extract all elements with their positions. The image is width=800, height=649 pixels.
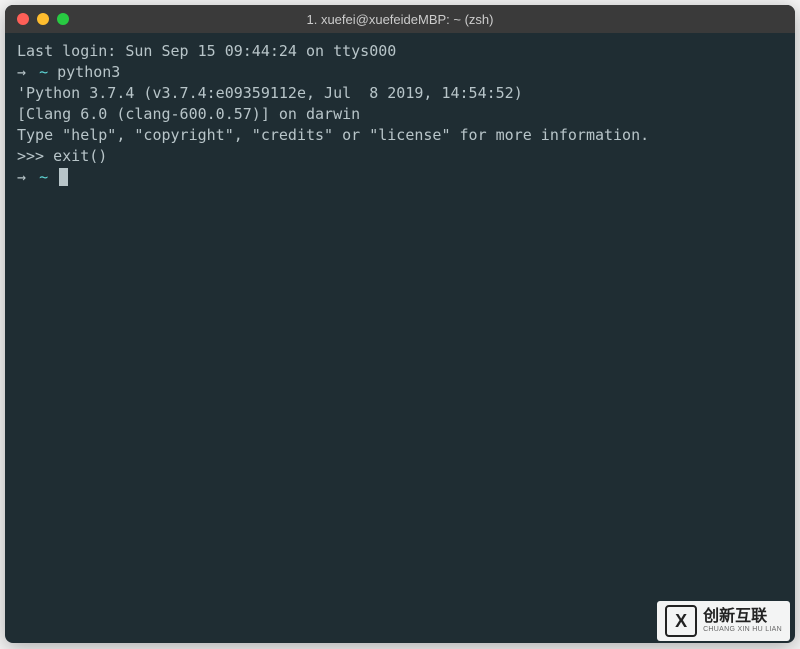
terminal-window: 1. xuefei@xuefeideMBP: ~ (zsh) Last logi… [5, 5, 795, 643]
window-title: 1. xuefei@xuefeideMBP: ~ (zsh) [5, 12, 795, 27]
close-icon[interactable] [17, 13, 29, 25]
python-command: exit() [53, 147, 107, 165]
prompt-arrow-icon: → [17, 168, 26, 186]
watermark-text: 创新互联 CHUANG XIN HU LIAN [703, 608, 782, 633]
terminal-line-python-version: 'Python 3.7.4 (v3.7.4:e09359112e, Jul 8 … [17, 83, 783, 104]
terminal-body[interactable]: Last login: Sun Sep 15 09:44:24 on ttys0… [5, 33, 795, 643]
command-text: python3 [57, 63, 120, 81]
terminal-line-python-help: Type "help", "copyright", "credits" or "… [17, 125, 783, 146]
terminal-line-python-prompt: >>> exit() [17, 146, 783, 167]
terminal-line-prompt-active: → ~ [17, 167, 783, 188]
prompt-tilde: ~ [39, 63, 48, 81]
terminal-line-python-clang: [Clang 6.0 (clang-600.0.57)] on darwin [17, 104, 783, 125]
watermark-logo-letter: X [675, 611, 687, 632]
watermark: X 创新互联 CHUANG XIN HU LIAN [657, 601, 790, 641]
python-prompt: >>> [17, 147, 53, 165]
maximize-icon[interactable] [57, 13, 69, 25]
prompt-tilde: ~ [39, 168, 48, 186]
prompt-arrow-icon: → [17, 63, 26, 81]
traffic-lights [5, 13, 69, 25]
cursor-icon [59, 168, 68, 186]
terminal-line-prompt: → ~ python3 [17, 62, 783, 83]
title-bar: 1. xuefei@xuefeideMBP: ~ (zsh) [5, 5, 795, 33]
watermark-logo-icon: X [665, 605, 697, 637]
watermark-cn: 创新互联 [703, 608, 782, 626]
terminal-line-last-login: Last login: Sun Sep 15 09:44:24 on ttys0… [17, 41, 783, 62]
minimize-icon[interactable] [37, 13, 49, 25]
watermark-en: CHUANG XIN HU LIAN [703, 626, 782, 634]
